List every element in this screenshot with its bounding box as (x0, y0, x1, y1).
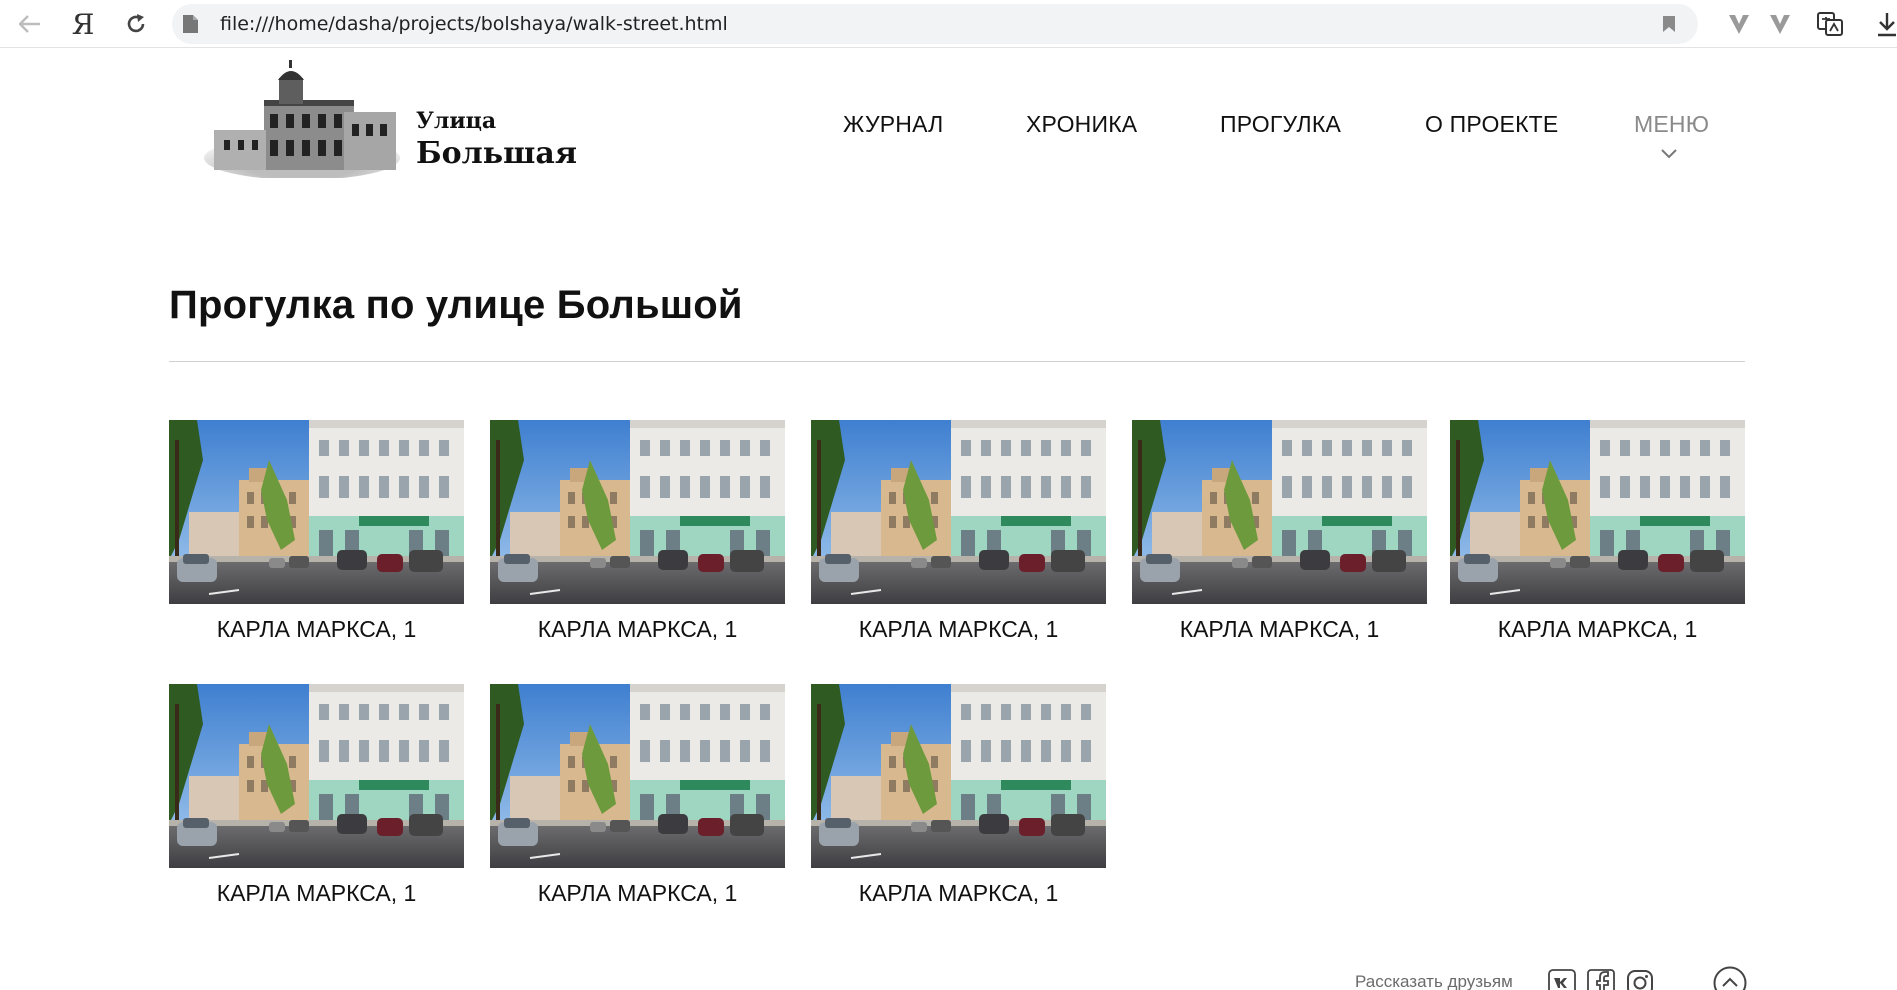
back-button[interactable] (12, 6, 48, 42)
download-icon[interactable] (1873, 10, 1897, 38)
nav-menu-toggle[interactable]: МЕНЮ (1634, 111, 1709, 138)
bookmark-icon[interactable] (1662, 15, 1676, 33)
nav-about-link[interactable]: О ПРОЕКТЕ (1425, 111, 1558, 138)
reload-icon (127, 14, 145, 33)
street-photo-thumbnail[interactable] (811, 684, 1106, 868)
card-caption[interactable]: КАРЛА МАРКСА, 1 (1450, 616, 1745, 643)
gallery-card[interactable]: КАРЛА МАРКСА, 1 (169, 684, 464, 907)
building-logo-image (204, 60, 400, 178)
card-caption[interactable]: КАРЛА МАРКСА, 1 (169, 616, 464, 643)
address-bar[interactable]: file:///home/dasha/projects/bolshaya/wal… (172, 4, 1698, 44)
translate-icon[interactable] (1816, 10, 1844, 38)
street-photo-thumbnail[interactable] (490, 684, 785, 868)
logo-title-line2: Большая (416, 136, 578, 171)
gallery-card[interactable]: КАРЛА МАРКСА, 1 (1450, 420, 1745, 643)
chevron-down-icon[interactable] (1660, 148, 1678, 160)
gallery-card[interactable]: КАРЛА МАРКСА, 1 (811, 684, 1106, 907)
extension-v2-icon[interactable] (1766, 10, 1794, 38)
gallery-card[interactable]: КАРЛА МАРКСА, 1 (169, 420, 464, 643)
walk-gallery-grid: КАРЛА МАРКСА, 1 КАРЛА МАРКСА, 1 КАРЛА МА… (169, 420, 1745, 920)
street-photo-thumbnail[interactable] (169, 684, 464, 868)
extension-v-icon[interactable] (1725, 10, 1753, 38)
street-photo-thumbnail[interactable] (490, 420, 785, 604)
vk-icon[interactable] (1548, 969, 1576, 990)
gallery-card[interactable]: КАРЛА МАРКСА, 1 (490, 420, 785, 643)
instagram-icon[interactable] (1626, 969, 1654, 990)
logo-title-line1: Улица (416, 108, 497, 134)
street-photo-thumbnail[interactable] (811, 420, 1106, 604)
nav-walk-link[interactable]: ПРОГУЛКА (1220, 111, 1341, 138)
street-photo-thumbnail[interactable] (1450, 420, 1745, 604)
card-caption[interactable]: КАРЛА МАРКСА, 1 (169, 880, 464, 907)
yandex-logo-button[interactable]: Я (65, 6, 101, 42)
card-caption[interactable]: КАРЛА МАРКСА, 1 (1132, 616, 1427, 643)
card-caption[interactable]: КАРЛА МАРКСА, 1 (490, 616, 785, 643)
browser-toolbar: Я file:///home/dasha/projects/bolshaya/w… (0, 0, 1897, 48)
reload-button[interactable] (118, 6, 154, 42)
nav-chronicle-link[interactable]: ХРОНИКА (1026, 111, 1137, 138)
url-text[interactable]: file:///home/dasha/projects/bolshaya/wal… (220, 13, 728, 35)
card-caption[interactable]: КАРЛА МАРКСА, 1 (490, 880, 785, 907)
scroll-to-top-icon[interactable] (1713, 966, 1747, 990)
card-caption[interactable]: КАРЛА МАРКСА, 1 (811, 880, 1106, 907)
card-caption[interactable]: КАРЛА МАРКСА, 1 (811, 616, 1106, 643)
gallery-card[interactable]: КАРЛА МАРКСА, 1 (490, 684, 785, 907)
share-label: Рассказать друзьям (1355, 972, 1513, 990)
page-title: Прогулка по улице Большой (169, 283, 743, 327)
street-photo-thumbnail[interactable] (1132, 420, 1427, 604)
site-logo[interactable]: Улица Большая (204, 60, 589, 178)
arrow-left-icon (19, 15, 40, 33)
gallery-card[interactable]: КАРЛА МАРКСА, 1 (811, 420, 1106, 643)
gallery-card[interactable]: КАРЛА МАРКСА, 1 (1132, 420, 1427, 643)
nav-journal-link[interactable]: ЖУРНАЛ (843, 111, 943, 138)
facebook-icon[interactable] (1587, 969, 1615, 990)
street-photo-thumbnail[interactable] (169, 420, 464, 604)
title-divider (169, 361, 1745, 362)
file-icon (183, 15, 198, 33)
